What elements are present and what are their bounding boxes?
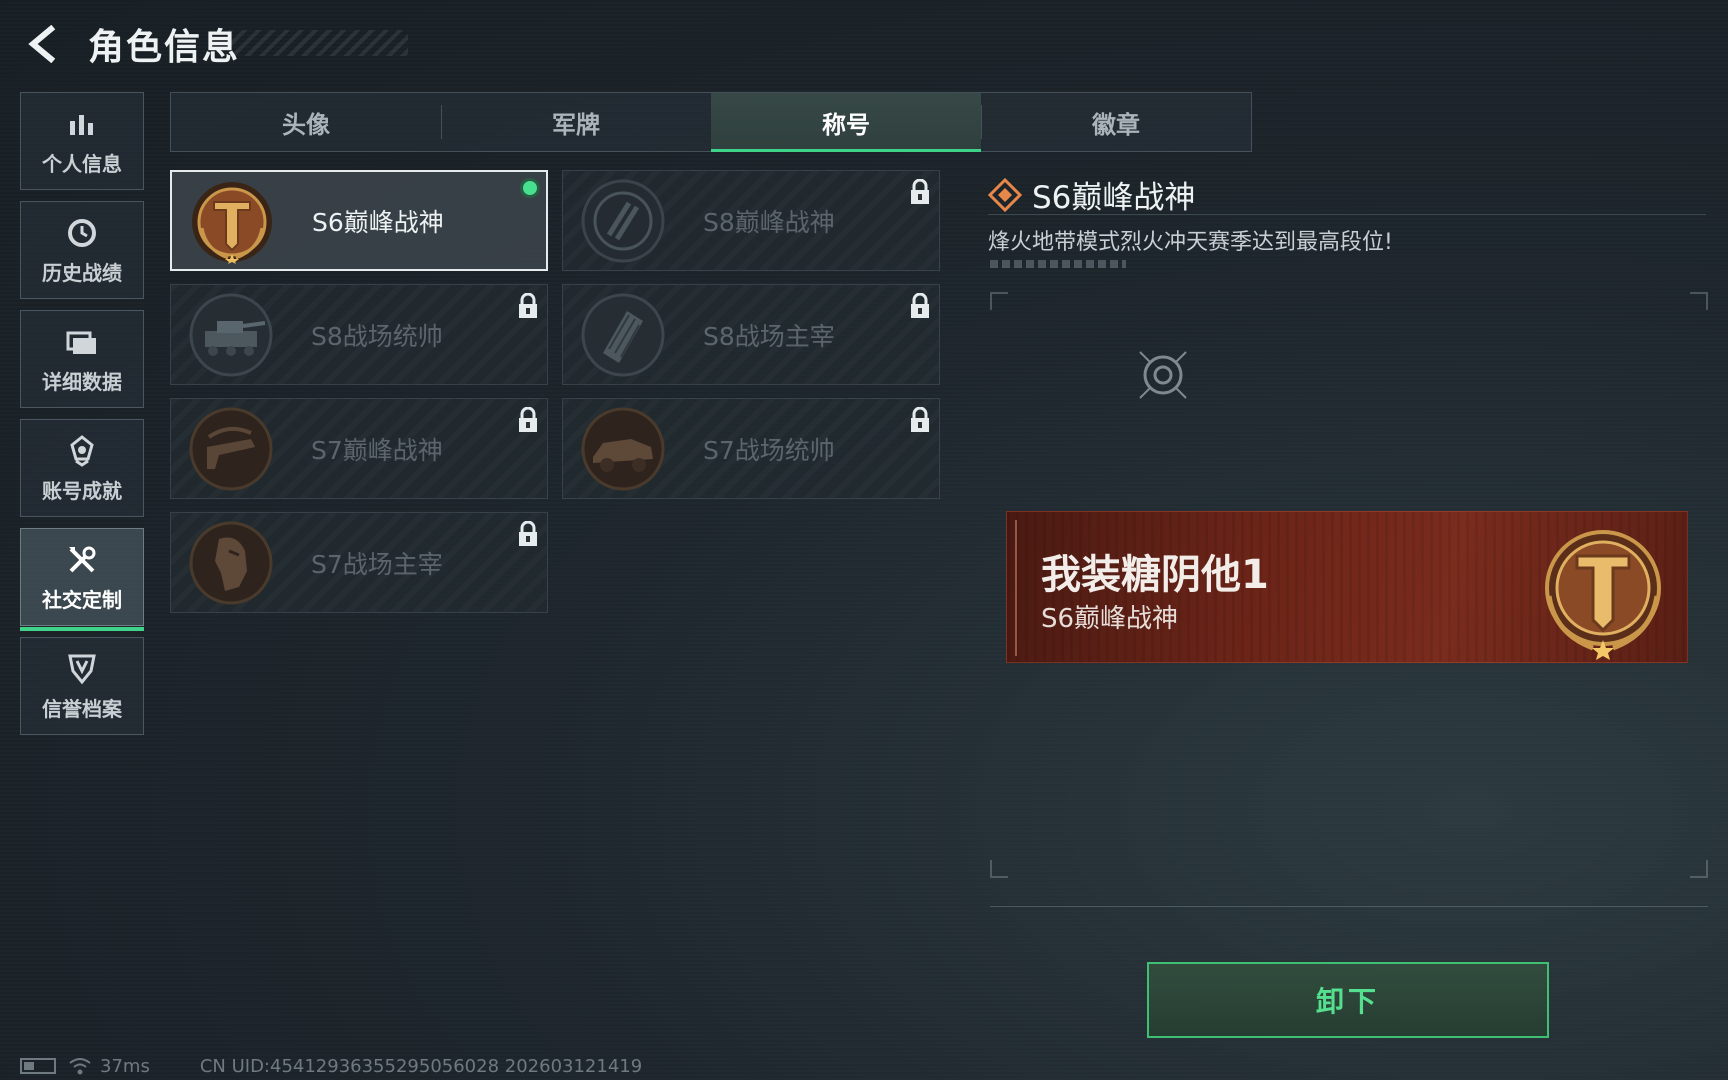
- title-label: S7巅峰战神: [311, 435, 443, 465]
- s7-commander-badge-icon: [581, 407, 665, 491]
- frame-corner: [1690, 860, 1708, 878]
- title-card[interactable]: S7战场统帅: [562, 398, 940, 499]
- description-decoration: [990, 260, 1126, 268]
- title-card[interactable]: S8战场统帅: [170, 284, 548, 385]
- sidebar: 个人信息 历史战绩 详细数据 账号成就 社交定制 信誉档案: [20, 92, 144, 746]
- preview-title-name: S6巅峰战神: [1041, 604, 1179, 634]
- uid-text: CN UID:454129363552950560​28 20260312141…: [199, 1055, 643, 1077]
- sidebar-item-social-custom[interactable]: 社交定制: [20, 528, 144, 631]
- tab-bar: 头像 军牌 称号 徽章: [170, 92, 1252, 152]
- lock-icon: [519, 521, 537, 546]
- lock-icon: [519, 293, 537, 318]
- crosshair-icon: [1139, 351, 1187, 399]
- history-clock-icon: [64, 215, 100, 251]
- s6-peak-badge-icon: [192, 182, 272, 264]
- sidebar-item-history[interactable]: 历史战绩: [20, 201, 144, 299]
- detail-title-name: S6巅峰战神: [1032, 180, 1196, 216]
- battery-icon: [20, 1058, 56, 1074]
- sidebar-item-label: 账号成就: [42, 478, 122, 503]
- frame-corner: [1690, 292, 1708, 310]
- title-label: S8战场主宰: [703, 321, 835, 351]
- title-preview-banner: 我装糖阴他1 S6巅峰战神: [1006, 511, 1688, 663]
- sidebar-item-achievements[interactable]: 账号成就: [20, 419, 144, 517]
- tab-emblem[interactable]: 徽章: [981, 93, 1251, 151]
- lock-icon: [519, 407, 537, 432]
- sidebar-item-personal-info[interactable]: 个人信息: [20, 92, 144, 190]
- lock-icon: [911, 407, 929, 432]
- detail-description: 烽火地带模式烈火冲天赛季达到最高段位!: [988, 230, 1393, 255]
- title-card[interactable]: S7巅峰战神: [170, 398, 548, 499]
- divider: [990, 906, 1708, 907]
- back-arrow-icon[interactable]: [20, 20, 68, 68]
- lock-icon: [911, 293, 929, 318]
- shield-icon: [64, 651, 100, 687]
- s7-peak-badge-icon: [189, 407, 273, 491]
- tab-avatar[interactable]: 头像: [171, 93, 441, 151]
- s8-dominator-badge-icon: [581, 293, 665, 377]
- sidebar-item-label: 详细数据: [42, 369, 122, 394]
- ping-text: 37ms: [100, 1055, 150, 1077]
- page-title: 角色信息: [88, 27, 241, 68]
- sidebar-item-label: 社交定制: [42, 587, 122, 612]
- tools-icon: [64, 542, 100, 578]
- title-label: S8巅峰战神: [703, 207, 835, 237]
- page-header: 角色信息: [20, 18, 240, 70]
- sidebar-item-credit[interactable]: 信誉档案: [20, 637, 144, 735]
- rank-diamond-icon: [988, 177, 1022, 212]
- frame-corner: [990, 860, 1008, 878]
- banner-bracket: [1015, 520, 1027, 656]
- title-label: S7战场统帅: [703, 435, 835, 465]
- frame-corner: [990, 292, 1008, 310]
- tab-dogtag[interactable]: 军牌: [441, 93, 711, 151]
- bar-chart-icon: [64, 106, 100, 142]
- unequip-button[interactable]: 卸下: [1147, 962, 1549, 1038]
- sidebar-item-label: 历史战绩: [42, 260, 122, 285]
- title-card[interactable]: S6巅峰战神: [170, 170, 548, 271]
- preview-player-name: 我装糖阴他1: [1041, 552, 1269, 598]
- folder-icon: [64, 324, 100, 360]
- wifi-icon: [69, 1058, 91, 1075]
- divider: [988, 214, 1706, 215]
- title-card[interactable]: S8战场主宰: [562, 284, 940, 385]
- sidebar-item-label: 信誉档案: [42, 696, 122, 721]
- s8-peak-badge-icon: [581, 179, 665, 263]
- title-label: S7战场主宰: [311, 549, 443, 579]
- title-card[interactable]: S8巅峰战神: [562, 170, 940, 271]
- s7-dominator-badge-icon: [189, 521, 273, 605]
- lock-icon: [911, 179, 929, 204]
- sidebar-item-label: 个人信息: [42, 151, 122, 176]
- title-card[interactable]: S7战场主宰: [170, 512, 548, 613]
- sidebar-item-detailed-data[interactable]: 详细数据: [20, 310, 144, 408]
- title-label: S8战场统帅: [311, 321, 443, 351]
- title-label: S6巅峰战神: [312, 207, 444, 237]
- tab-title[interactable]: 称号: [711, 93, 981, 152]
- status-bar: 37ms CN UID:454129363552950560​28 202603…: [20, 1054, 642, 1078]
- title-decoration: [228, 30, 408, 56]
- equipped-indicator-icon: [520, 178, 540, 198]
- s6-peak-badge-icon: [1545, 530, 1661, 660]
- detail-header: S6巅峰战神: [988, 172, 1195, 217]
- s8-commander-badge-icon: [189, 293, 273, 377]
- medal-icon: [64, 433, 100, 469]
